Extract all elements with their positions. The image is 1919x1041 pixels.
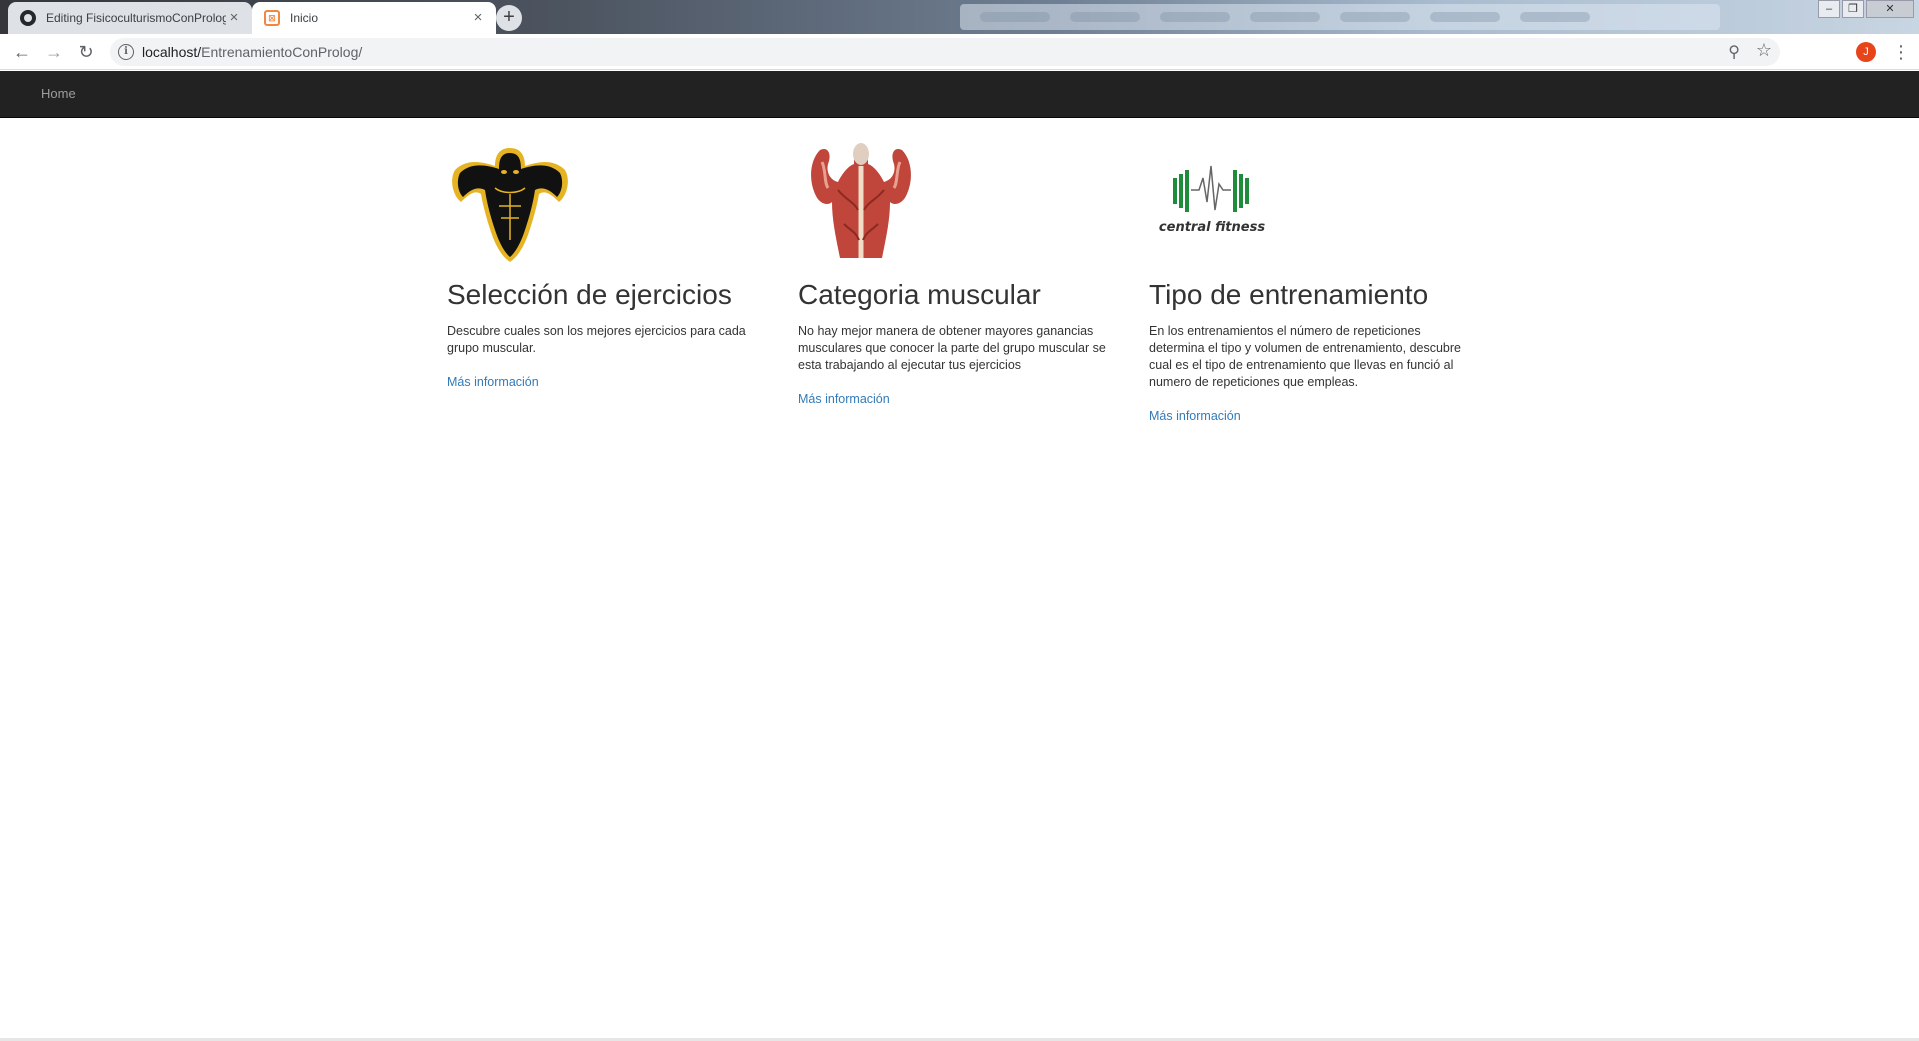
more-info-link[interactable]: Más información bbox=[798, 392, 1118, 406]
url-host: localhost/ bbox=[142, 44, 202, 60]
column-seleccion: Selección de ejercicios Descubre cuales … bbox=[447, 140, 767, 389]
central-fitness-logo-image: central fitness bbox=[1149, 140, 1275, 266]
address-bar[interactable]: i localhost/EntrenamientoConProlog/ ⚲ ☆ bbox=[110, 38, 1780, 66]
minimize-button[interactable]: – bbox=[1818, 0, 1840, 18]
close-icon[interactable]: × bbox=[226, 10, 242, 26]
site-navbar: Home bbox=[0, 71, 1919, 118]
url-path: EntrenamientoConProlog/ bbox=[201, 44, 363, 60]
forward-arrow-icon[interactable]: → bbox=[42, 40, 66, 64]
close-icon[interactable]: × bbox=[470, 10, 486, 26]
blurred-background bbox=[960, 4, 1720, 30]
info-icon[interactable]: i bbox=[118, 44, 134, 60]
more-info-link[interactable]: Más información bbox=[1149, 409, 1469, 423]
tab-title: Inicio bbox=[290, 11, 319, 25]
menu-icon[interactable]: ⋮ bbox=[1892, 40, 1910, 64]
bookmark-star-icon[interactable]: ☆ bbox=[1756, 40, 1772, 61]
column-tipo: central fitness Tipo de entrenamiento En… bbox=[1149, 140, 1469, 423]
column-categoria: Categoria muscular No hay mejor manera d… bbox=[798, 140, 1118, 406]
zoom-icon[interactable]: ⚲ bbox=[1728, 42, 1740, 62]
back-arrow-icon[interactable]: ← bbox=[10, 40, 34, 64]
nav-home-link[interactable]: Home bbox=[41, 86, 76, 101]
tab-inicio[interactable]: ⊠ Inicio × bbox=[252, 2, 496, 34]
column-title: Tipo de entrenamiento bbox=[1149, 279, 1429, 310]
tab-editing[interactable]: Editing FisicoculturismoConProlog × bbox=[8, 2, 252, 34]
bodybuilder-logo-image bbox=[447, 140, 573, 266]
xampp-icon: ⊠ bbox=[264, 10, 280, 26]
column-title: Selección de ejercicios bbox=[447, 279, 732, 310]
column-text: En los entrenamientos el número de repet… bbox=[1149, 323, 1461, 389]
column-text: No hay mejor manera de obtener mayores g… bbox=[798, 323, 1106, 372]
tab-title: Editing FisicoculturismoConProlog bbox=[46, 11, 226, 25]
tab-strip: Editing FisicoculturismoConProlog × ⊠ In… bbox=[0, 0, 1919, 34]
more-info-link[interactable]: Más información bbox=[447, 375, 767, 389]
url-text: localhost/EntrenamientoConProlog/ bbox=[142, 44, 362, 60]
reload-icon[interactable]: ↻ bbox=[74, 40, 98, 64]
browser-toolbar: ← → ↻ i localhost/EntrenamientoConProlog… bbox=[0, 34, 1919, 70]
close-window-button[interactable]: ✕ bbox=[1866, 0, 1914, 18]
restore-button[interactable]: ❐ bbox=[1842, 0, 1864, 18]
logo-text: central fitness bbox=[1158, 220, 1266, 235]
column-text: Descubre cuales son los mejores ejercici… bbox=[447, 323, 746, 355]
new-tab-button[interactable]: + bbox=[496, 5, 522, 31]
muscle-anatomy-image bbox=[798, 140, 924, 266]
github-icon bbox=[20, 10, 36, 26]
column-title: Categoria muscular bbox=[798, 279, 1041, 310]
profile-avatar[interactable]: J bbox=[1856, 42, 1876, 62]
